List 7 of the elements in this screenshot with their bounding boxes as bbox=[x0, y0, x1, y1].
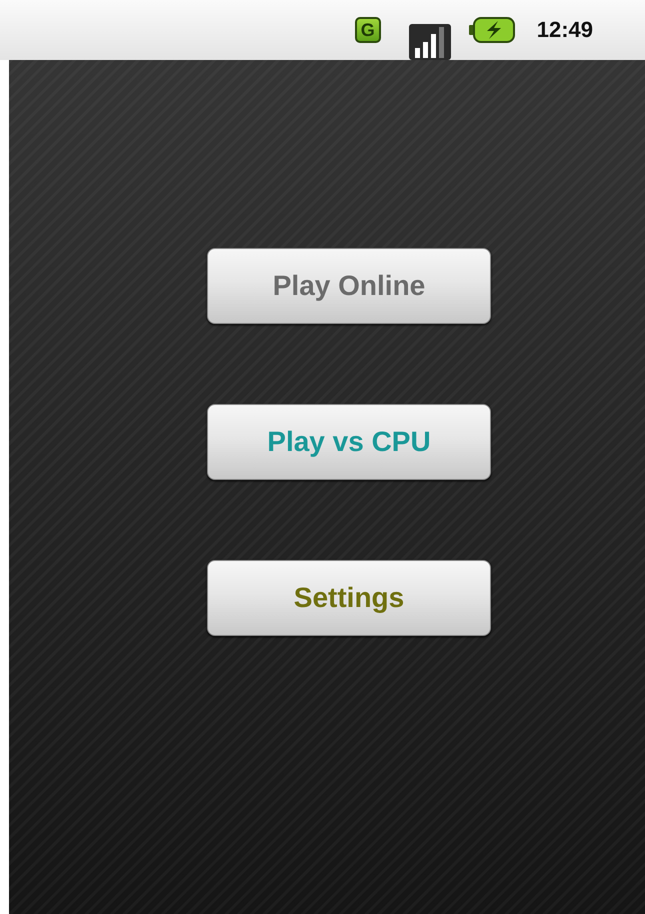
menu-button[interactable]: Settings bbox=[207, 560, 491, 636]
network-type-icon: G bbox=[354, 17, 381, 43]
signal-icon bbox=[408, 24, 451, 60]
clock-time: 12:49 bbox=[536, 17, 593, 43]
menu-button[interactable]: Play Online bbox=[207, 248, 491, 324]
menu-button[interactable]: Play vs CPU bbox=[207, 404, 491, 480]
battery-charging-icon bbox=[468, 17, 515, 43]
